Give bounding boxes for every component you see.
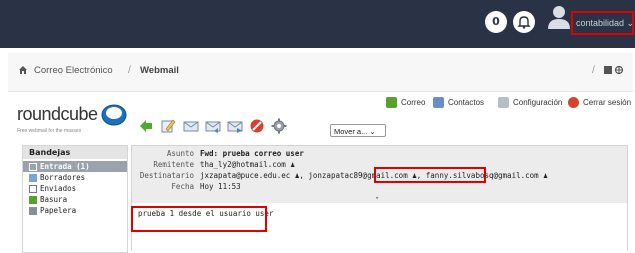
mail-icon	[386, 96, 397, 108]
reply-icon[interactable]	[183, 118, 199, 134]
more-gear-icon[interactable]	[271, 118, 287, 134]
subject-row: Asunto Fwd: prueba correo user	[132, 148, 627, 159]
date-value: Hoy 11:53	[200, 182, 241, 191]
folder-list: Bandejas Entrada (1) Borradores Enviados…	[22, 145, 128, 253]
breadcrumb: Correo Electrónico / Webmail /	[8, 53, 633, 92]
logout-icon	[568, 96, 579, 108]
nav-settings-label: Configuración	[513, 97, 563, 107]
nav-contacts[interactable]: Contactos	[433, 95, 484, 109]
nav-mail-label: Correo	[401, 97, 426, 107]
forward-icon[interactable]	[227, 118, 243, 134]
roundcube-logo: roundcube Free webmail for the masses	[17, 104, 127, 148]
folder-trash-label: Papelera	[40, 206, 77, 215]
subject-label: Asunto	[166, 149, 194, 158]
recipient-highlight	[374, 167, 486, 183]
folder-sent-label: Enviados	[40, 184, 77, 193]
panel-toggle-icon[interactable]	[604, 65, 624, 78]
user-menu[interactable]: contabilidad ⌄	[571, 11, 634, 35]
trash-icon	[29, 206, 37, 215]
add-contact-icon[interactable]: ♟	[290, 160, 295, 169]
user-avatar-icon[interactable]	[548, 5, 570, 29]
add-contact-icon[interactable]: ♟	[543, 171, 548, 180]
add-contact-icon[interactable]: ♟	[295, 171, 300, 180]
subject-value: Fwd: prueba correo user	[200, 149, 304, 158]
recipient-label: Destinatario	[139, 171, 194, 180]
folder-inbox[interactable]: Entrada (1)	[23, 161, 127, 172]
folder-list-title: Bandejas	[23, 146, 127, 159]
top-bar: 0 contabilidad ⌄	[0, 0, 635, 48]
move-to-select[interactable]: Mover a... ⌄	[330, 124, 386, 137]
nav-mail[interactable]: Correo	[386, 95, 425, 109]
body-highlight	[131, 206, 267, 232]
settings-icon	[498, 96, 509, 108]
sent-icon	[29, 184, 37, 193]
breadcrumb-current: Webmail	[140, 65, 179, 76]
nav-contacts-label: Contactos	[448, 97, 485, 107]
folder-inbox-label: Entrada (1)	[40, 162, 90, 171]
logo-wordmark: roundcube	[17, 104, 98, 124]
home-icon[interactable]	[18, 65, 28, 77]
folder-drafts[interactable]: Borradores	[23, 172, 127, 183]
contacts-icon	[433, 96, 444, 108]
sender-value[interactable]: tha_ly2@hotmail.com ♟	[200, 159, 295, 170]
drafts-icon	[29, 173, 37, 182]
compose-icon[interactable]	[160, 118, 176, 134]
breadcrumb-right-separator: /	[592, 65, 595, 76]
info-icon[interactable]: 0	[485, 11, 507, 33]
reply-all-icon[interactable]	[205, 118, 221, 134]
logo-tagline: Free webmail for the masses	[17, 128, 82, 134]
recipient-1[interactable]: jxzapata@puce.edu.ec	[200, 171, 290, 180]
folder-sent[interactable]: Enviados	[23, 183, 127, 194]
folder-junk[interactable]: Basura	[23, 194, 127, 205]
delete-icon[interactable]	[249, 118, 265, 134]
sender-label: Remitente	[153, 160, 194, 169]
folder-trash[interactable]: Papelera	[23, 205, 127, 216]
sender-address: tha_ly2@hotmail.com	[200, 160, 286, 169]
junk-icon	[29, 195, 37, 204]
folder-drafts-label: Borradores	[40, 173, 86, 182]
bell-icon[interactable]	[513, 11, 535, 33]
breadcrumb-home[interactable]: Correo Electrónico	[34, 65, 113, 76]
breadcrumb-separator: /	[128, 65, 131, 76]
nav-logout[interactable]: Cerrar sesión	[568, 95, 631, 109]
inbox-icon	[29, 162, 37, 171]
nav-logout-label: Cerrar sesión	[583, 97, 632, 107]
folder-junk-label: Basura	[40, 195, 68, 204]
logo-cube-icon	[101, 104, 127, 126]
date-label: Fecha	[171, 182, 194, 191]
nav-settings[interactable]: Configuración	[498, 95, 562, 109]
back-icon[interactable]	[138, 118, 154, 134]
